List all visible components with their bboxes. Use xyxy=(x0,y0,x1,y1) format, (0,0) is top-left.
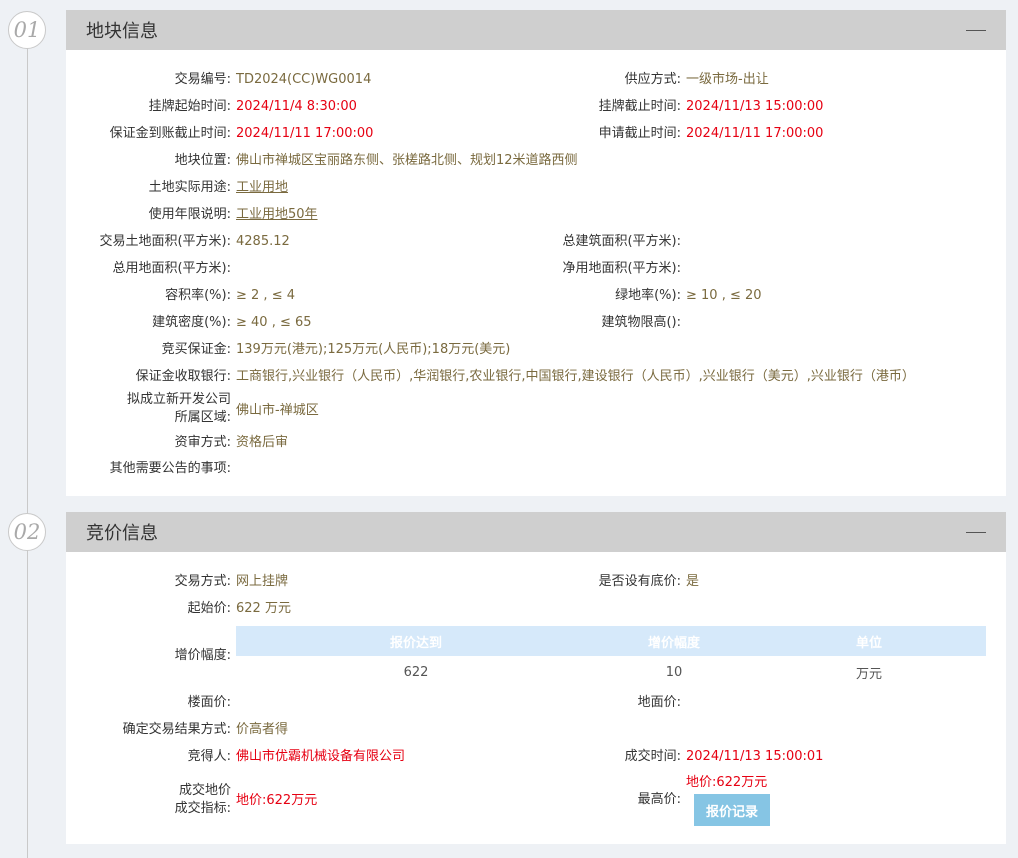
increment-table: 报价达到 增价幅度 单位 622 10 万元 xyxy=(236,626,986,688)
section-title: 竞价信息 xyxy=(86,523,158,544)
table-header-row: 报价达到 增价幅度 单位 xyxy=(236,626,986,656)
term-link[interactable]: 工业用地50年 xyxy=(236,205,318,225)
land-info-section: 地块信息 交易编号: TD2024(CC)WG0014 供应方式: 一级市场-出… xyxy=(66,10,1006,496)
table-row: 622 10 万元 xyxy=(236,656,986,688)
section-title: 地块信息 xyxy=(86,21,158,42)
timeline-line xyxy=(27,48,28,858)
collapse-icon[interactable] xyxy=(966,29,986,31)
table-header-cell: 单位 xyxy=(855,635,882,651)
collapse-icon[interactable] xyxy=(966,531,986,533)
table-cell: 622 xyxy=(403,664,429,680)
table-header-cell: 报价达到 xyxy=(389,635,442,651)
table-header-cell: 增价幅度 xyxy=(647,635,700,651)
land-use-link[interactable]: 工业用地 xyxy=(236,178,288,198)
bidding-info-section: 竞价信息 交易方式: 网上挂牌 是否设有底价: 是 起始价: 622 万元 增价… xyxy=(66,512,1006,844)
land-info-header[interactable]: 地块信息 xyxy=(66,10,1006,50)
step-number-02: 02 xyxy=(8,513,46,551)
bid-record-button[interactable]: 报价记录 xyxy=(694,794,770,826)
table-cell: 10 xyxy=(665,664,683,680)
step-number-01: 01 xyxy=(8,11,46,49)
increment-label: 增价幅度: xyxy=(174,648,231,663)
bidding-info-header[interactable]: 竞价信息 xyxy=(66,512,1006,552)
table-cell: 万元 xyxy=(855,666,882,682)
